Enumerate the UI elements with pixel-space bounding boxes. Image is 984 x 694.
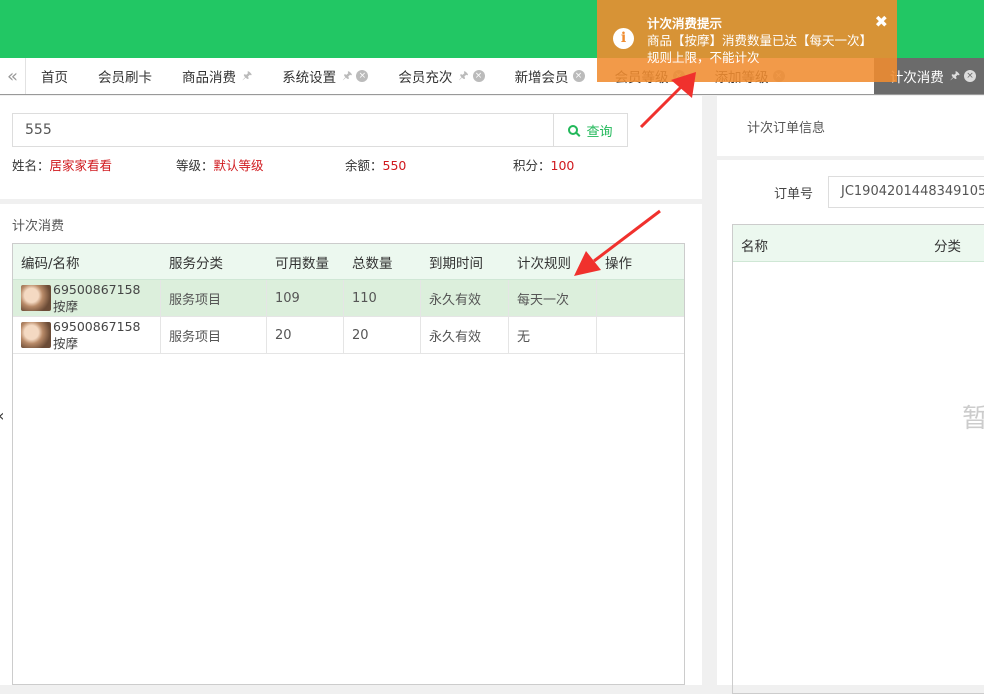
member-name-value: 居家家看看: [49, 158, 113, 173]
order-number-field[interactable]: JC1904201448349105: [828, 176, 984, 208]
expiry-cell: 永久有效: [421, 280, 509, 316]
close-tab-icon[interactable]: ×: [472, 70, 485, 82]
col-header-code-name: 编码/名称: [21, 255, 80, 272]
search-box: 查询: [12, 113, 628, 147]
services-table: 编码/名称 服务分类 可用数量 总数量 到期时间 计次规则 操作 6950086…: [12, 243, 685, 685]
tab-item[interactable]: 会员充次 🖈 ×: [383, 58, 499, 94]
member-level-value: 默认等级: [213, 158, 264, 173]
total-cell: 20: [344, 317, 421, 353]
code-name-cell: 69500867158 按摩: [13, 280, 161, 316]
member-balance-label: 余额：: [345, 158, 383, 173]
col-header-rule: 计次规则: [517, 255, 571, 272]
rule-cell: 每天一次: [509, 280, 597, 316]
search-button[interactable]: 查询: [553, 114, 627, 146]
order-number-label: 订单号: [774, 187, 814, 202]
member-search-panel: 查询 姓名：居家家看看 等级：默认等级 余额：550 积分：100: [0, 96, 702, 199]
pin-icon[interactable]: 🖈: [950, 67, 960, 86]
category-cell: 服务项目: [161, 280, 267, 316]
member-name: 姓名：居家家看看: [12, 155, 112, 174]
member-level-label: 等级：: [176, 158, 214, 173]
tab-label: 系统设置: [282, 70, 337, 86]
toast-notification: i 计次消费提示 商品【按摩】消费数量已达【每天一次】规则上限，不能计次 ✖: [597, 0, 897, 82]
tab-label: 首页: [41, 70, 68, 86]
expiry-cell: 永久有效: [421, 317, 509, 353]
product-name: 按摩: [53, 336, 79, 351]
empty-table-text: 暂: [962, 404, 984, 434]
col-header-total: 总数量: [352, 255, 393, 272]
section-title: 计次消费: [12, 219, 65, 234]
col-header-action: 操作: [605, 255, 632, 272]
tab-label: 会员充次: [398, 70, 453, 86]
member-level: 等级：默认等级: [176, 155, 264, 174]
tab-label: 会员刷卡: [98, 70, 152, 86]
product-code: 69500867158: [53, 319, 141, 334]
member-points-label: 积分：: [513, 158, 551, 173]
available-cell: 109: [267, 280, 344, 316]
tab-label: 新增会员: [514, 70, 569, 86]
product-thumbnail: [21, 285, 51, 311]
search-icon: [568, 125, 579, 135]
collapse-panel-icon[interactable]: ‹: [0, 406, 4, 425]
tab-label: 商品消费: [182, 70, 236, 86]
product-name: 按摩: [53, 299, 79, 314]
tab-item[interactable]: 会员刷卡: [83, 58, 167, 94]
search-button-label: 查询: [586, 124, 613, 140]
member-points: 积分：100: [513, 155, 574, 174]
col-header-name: 名称: [741, 239, 768, 255]
action-cell: [597, 280, 684, 316]
toast-message: 商品【按摩】消费数量已达【每天一次】规则上限，不能计次: [647, 33, 873, 65]
table-row[interactable]: 69500867158 按摩 服务项目 20 20 永久有效 无: [13, 317, 684, 354]
close-tab-icon[interactable]: ×: [964, 70, 976, 82]
category-cell: 服务项目: [161, 317, 267, 353]
product-code: 69500867158: [53, 282, 141, 297]
order-info-panel: 订单号 JC1904201448349105 名称 分类 暂: [717, 160, 984, 694]
col-header-category: 分类: [934, 239, 961, 255]
pin-icon[interactable]: 🖈: [342, 67, 352, 86]
info-icon: i: [613, 28, 634, 49]
col-header-expiry: 到期时间: [429, 255, 483, 272]
count-consume-panel: 计次消费 编码/名称 服务分类 可用数量 总数量 到期时间 计次规则 操作 69…: [0, 204, 702, 685]
total-cell: 110: [344, 280, 421, 316]
tabs-scroll-left-icon[interactable]: «: [0, 58, 26, 94]
tab-item[interactable]: 系统设置 🖈 ×: [267, 58, 383, 94]
tab-item[interactable]: 首页: [26, 58, 83, 94]
close-icon[interactable]: ✖: [875, 12, 888, 31]
order-info-header: 计次订单信息: [717, 96, 984, 156]
toast-title: 计次消费提示: [647, 16, 723, 31]
close-tab-icon[interactable]: ×: [356, 70, 369, 82]
search-input[interactable]: [13, 114, 553, 146]
col-header-category: 服务分类: [169, 255, 223, 272]
pin-icon[interactable]: 🖈: [458, 67, 468, 86]
tab-item[interactable]: 商品消费 🖈: [167, 58, 267, 94]
action-cell: [597, 317, 684, 353]
available-cell: 20: [267, 317, 344, 353]
member-balance: 余额：550: [345, 155, 406, 174]
order-info-title: 计次订单信息: [747, 121, 826, 136]
member-points-value: 100: [550, 158, 575, 173]
table-row[interactable]: 69500867158 按摩 服务项目 109 110 永久有效 每天一次: [13, 280, 684, 317]
table-header: 编码/名称 服务分类 可用数量 总数量 到期时间 计次规则 操作: [13, 244, 684, 280]
col-header-available: 可用数量: [275, 255, 329, 272]
member-name-label: 姓名：: [12, 158, 50, 173]
order-items-table: 名称 分类 暂: [732, 224, 984, 694]
order-table-header: 名称 分类: [733, 225, 984, 262]
product-thumbnail: [21, 322, 51, 348]
member-balance-value: 550: [382, 158, 407, 173]
tab-item[interactable]: 新增会员 ×: [500, 58, 600, 94]
tab-label: 计次消费: [889, 70, 944, 86]
code-name-cell: 69500867158 按摩: [13, 317, 161, 353]
rule-cell: 无: [509, 317, 597, 353]
close-tab-icon[interactable]: ×: [572, 70, 585, 82]
pin-icon[interactable]: 🖈: [242, 67, 252, 86]
